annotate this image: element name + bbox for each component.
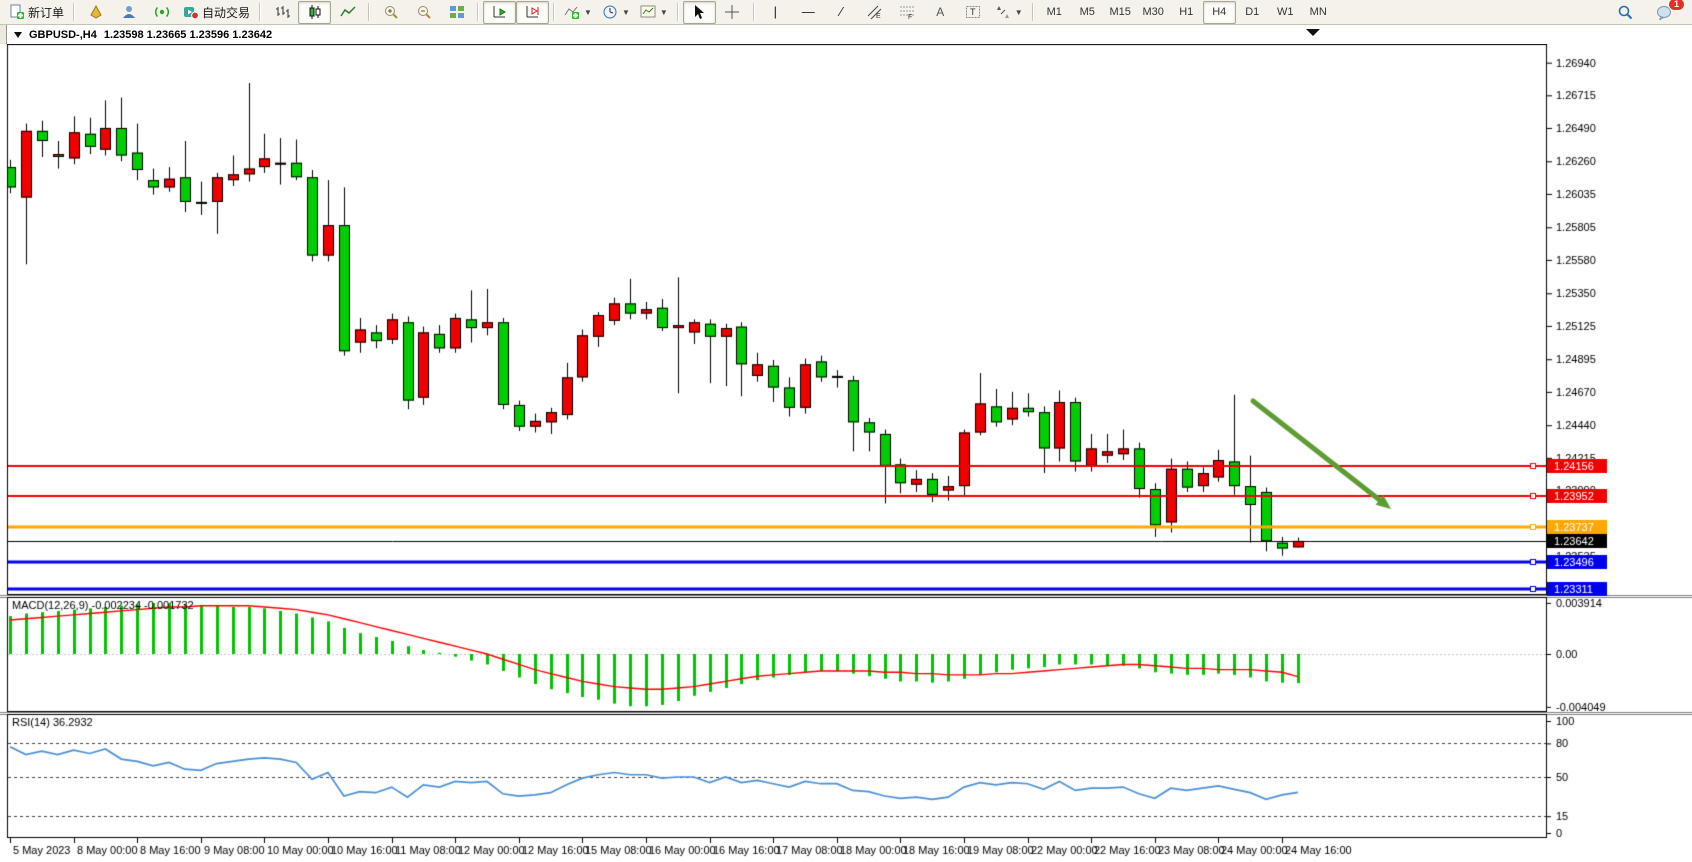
toolbar-separator [73, 3, 75, 21]
svg-text:E: E [876, 13, 881, 20]
text-label-button[interactable]: T [957, 1, 990, 24]
text-button[interactable]: A [924, 1, 957, 24]
zoom-in-button[interactable] [374, 1, 407, 24]
line-chart-icon [340, 4, 356, 20]
chart-title-bar: GBPUSD-,H4 1.23598 1.23665 1.23596 1.236… [8, 26, 272, 43]
timeframe-button-H4[interactable]: H4 [1203, 1, 1236, 24]
styler-icon [88, 4, 104, 20]
timeframe-group: M1M5M15M30H1H4D1W1MN [1038, 1, 1335, 24]
search-icon [1617, 4, 1633, 20]
fibonacci-button[interactable]: F [891, 1, 924, 24]
periods-icon [602, 4, 618, 20]
zoom-out-button[interactable] [407, 1, 440, 24]
templates-button[interactable]: ▼ [635, 1, 673, 24]
search-button[interactable] [1608, 1, 1641, 24]
auto-trading-button[interactable]: 自动交易 [178, 1, 255, 24]
toolbar-separator [753, 3, 755, 21]
indicators-icon [564, 4, 580, 20]
candlestick-chart-button[interactable] [298, 1, 331, 24]
toolbar-right: 1 [1608, 1, 1688, 24]
fibonacci-icon: F [899, 4, 915, 20]
shapes-button[interactable]: ▼ [990, 1, 1028, 24]
timeframe-button-H1[interactable]: H1 [1170, 1, 1203, 24]
new-order-button[interactable]: 新订单 [4, 1, 69, 24]
timeframe-button-W1[interactable]: W1 [1269, 1, 1302, 24]
svg-text:F: F [908, 14, 912, 20]
notifications-button[interactable]: 1 [1647, 1, 1680, 24]
styler-button[interactable] [79, 1, 112, 24]
chevron-down-icon: ▼ [584, 8, 592, 17]
timeframe-button-M1[interactable]: M1 [1038, 1, 1071, 24]
line-chart-button[interactable] [331, 1, 364, 24]
toolbar-separator [259, 3, 261, 21]
chevron-down-icon: ▼ [660, 8, 668, 17]
periods-button[interactable]: ▼ [597, 1, 635, 24]
vertical-line-icon: | [767, 4, 783, 20]
timeframe-button-M5[interactable]: M5 [1071, 1, 1104, 24]
timeframe-button-M30[interactable]: M30 [1137, 1, 1170, 24]
chevron-down-icon: ▼ [622, 8, 630, 17]
main-toolbar: 新订单 自动交易 ▼ ▼ ▼ | — ∕ E F A T ▼ M1M5M15M3… [0, 0, 1692, 25]
toolbar-separator [677, 3, 679, 21]
chart-ohlc-values: 1.23598 1.23665 1.23596 1.23642 [104, 29, 272, 41]
signals-button[interactable] [145, 1, 178, 24]
svg-text:T: T [970, 7, 976, 17]
crosshair-button[interactable] [716, 1, 749, 24]
zoom-in-icon [383, 4, 399, 20]
notification-badge: 1 [1668, 0, 1685, 11]
text-label-icon: T [965, 4, 981, 20]
new-order-icon [9, 4, 25, 20]
channel-icon: E [866, 4, 882, 20]
timeframe-button-D1[interactable]: D1 [1236, 1, 1269, 24]
timeframe-button-MN[interactable]: MN [1302, 1, 1335, 24]
text-icon: A [932, 4, 948, 20]
horizontal-line-icon: — [800, 4, 816, 20]
toolbar-separator [368, 3, 370, 21]
timeframe-button-M15[interactable]: M15 [1104, 1, 1137, 24]
trendline-icon: ∕ [833, 4, 849, 20]
horizontal-line-button[interactable]: — [792, 1, 825, 24]
community-icon [121, 4, 137, 20]
toolbar-separator [1032, 3, 1034, 21]
bar-chart-button[interactable] [265, 1, 298, 24]
collapse-toggle-icon[interactable] [14, 32, 22, 38]
autoscroll-icon [492, 4, 508, 20]
price-chart-canvas[interactable] [0, 44, 1692, 862]
indicators-button[interactable]: ▼ [559, 1, 597, 24]
toolbar-separator [553, 3, 555, 21]
channel-button[interactable]: E [858, 1, 891, 24]
cursor-button[interactable] [683, 1, 716, 24]
toolbar-separator [477, 3, 479, 21]
chart-shift-icon [525, 4, 541, 20]
bar-chart-icon [274, 4, 290, 20]
tile-windows-icon [449, 4, 465, 20]
shapes-icon [995, 4, 1011, 20]
cursor-icon [691, 4, 707, 20]
trendline-button[interactable]: ∕ [825, 1, 858, 24]
chevron-down-icon: ▼ [1015, 8, 1023, 17]
autotrading-icon [183, 4, 199, 20]
tile-windows-button[interactable] [440, 1, 473, 24]
chart-shift-button[interactable] [516, 1, 549, 24]
candlestick-chart-icon [307, 4, 323, 20]
auto-trading-label: 自动交易 [202, 4, 250, 21]
community-button[interactable] [112, 1, 145, 24]
autoscroll-button[interactable] [483, 1, 516, 24]
chart-symbol-period: GBPUSD-,H4 [29, 29, 97, 41]
crosshair-icon [724, 4, 740, 20]
vertical-line-button[interactable]: | [759, 1, 792, 24]
chart-shift-marker[interactable] [1306, 29, 1320, 36]
templates-icon [640, 4, 656, 20]
new-order-label: 新订单 [28, 4, 64, 21]
signals-icon [154, 4, 170, 20]
zoom-out-icon [416, 4, 432, 20]
